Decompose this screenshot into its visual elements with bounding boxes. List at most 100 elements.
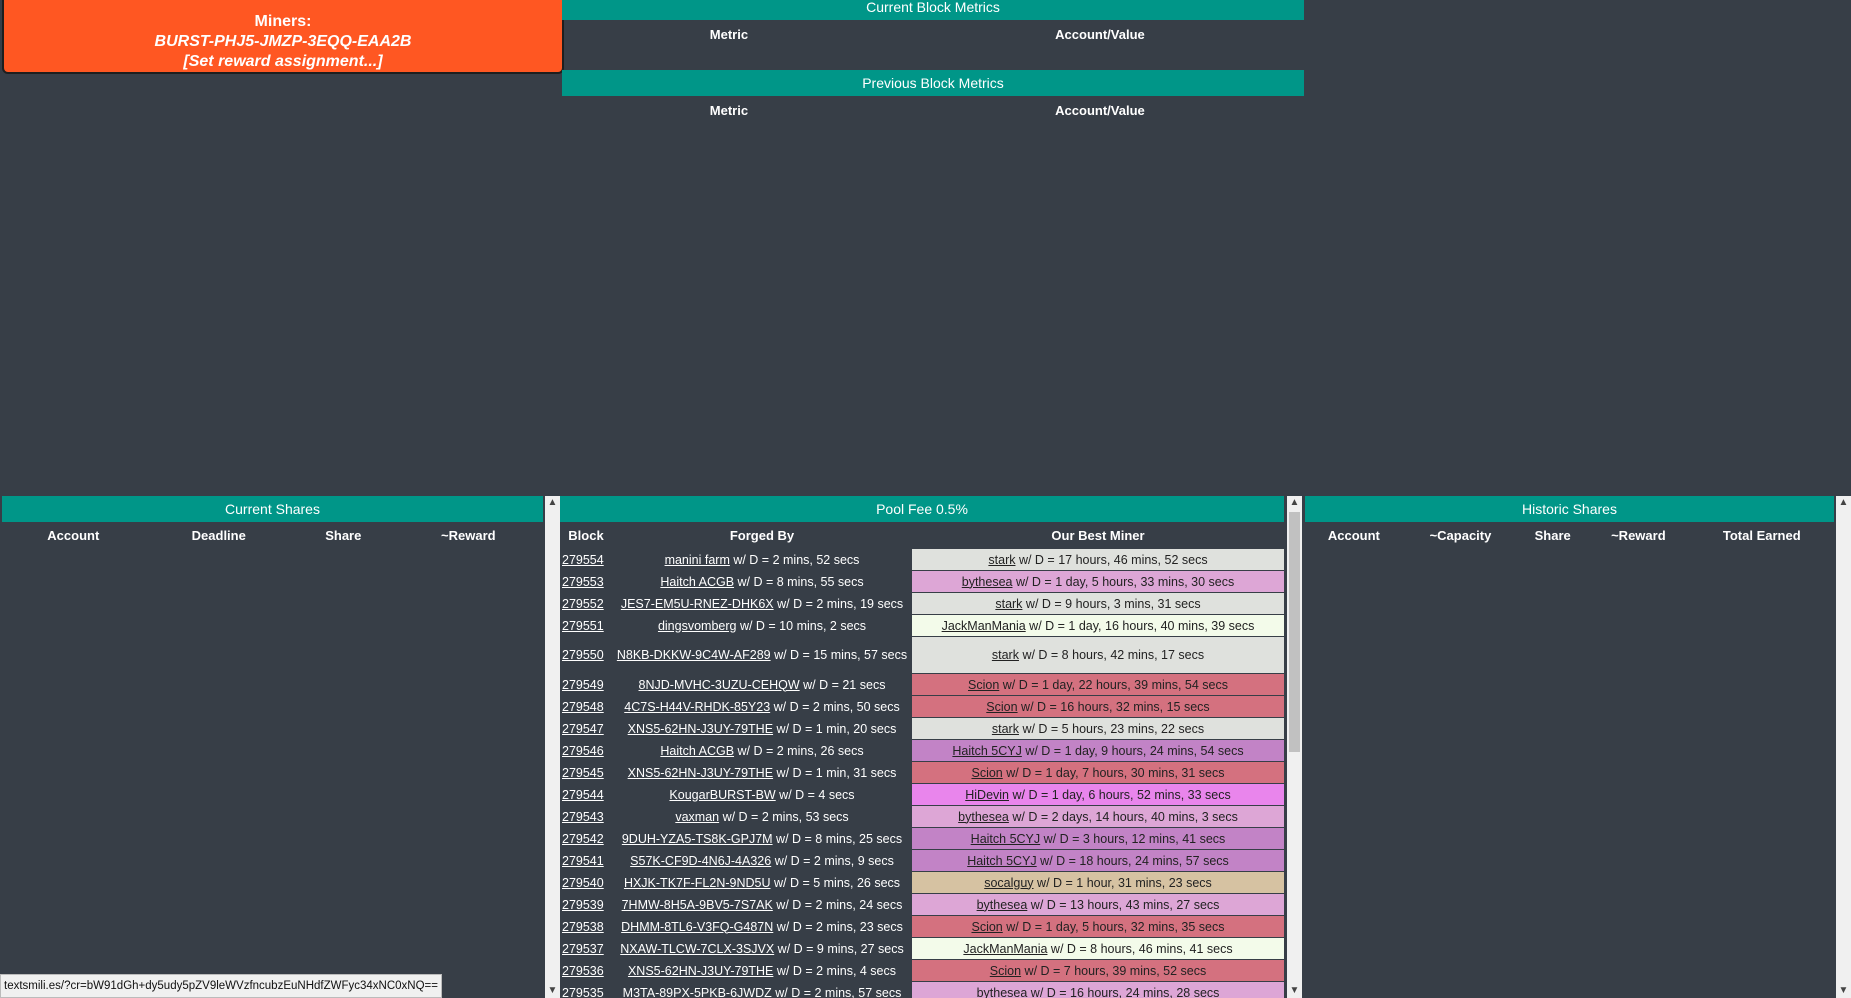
forger-link[interactable]: XNS5-62HN-J3UY-79THE [628,722,773,736]
scroll-up-arrow-icon[interactable]: ▲ [1287,496,1302,510]
best-miner-link[interactable]: bythesea [958,810,1009,824]
best-miner-link[interactable]: stark [992,722,1019,736]
forger-link[interactable]: manini farm [665,553,730,567]
block-number-link[interactable]: 279546 [562,744,604,758]
forger-link[interactable]: DHMM-8TL6-V3FQ-G487N [621,920,773,934]
best-miner-link[interactable]: bythesea [962,575,1013,589]
best-miner-cell: bythesea w/ D = 1 day, 5 hours, 33 mins,… [912,570,1284,593]
forger-link[interactable]: XNS5-62HN-J3UY-79THE [628,766,773,780]
best-miner-deadline: w/ D = 8 hours, 42 mins, 17 secs [1018,648,1205,662]
forger-deadline: w/ D = 15 mins, 57 secs [770,648,908,662]
forger-link[interactable]: 9DUH-YZA5-TS8K-GPJ7M [622,832,773,846]
forger-link[interactable]: S57K-CF9D-4N6J-4A326 [630,854,771,868]
best-miner-link[interactable]: Scion [986,700,1017,714]
block-number-link[interactable]: 279553 [562,575,604,589]
forger-deadline: w/ D = 2 mins, 50 secs [770,699,900,714]
forger-link[interactable]: HXJK-TK7F-FL2N-9ND5U [624,876,771,890]
best-miner-link[interactable]: stark [988,553,1015,567]
scroll-down-arrow-icon[interactable]: ▼ [1836,984,1851,998]
block-number-link[interactable]: 279544 [562,788,604,802]
forger-link[interactable]: JES7-EM5U-RNEZ-DHK6X [621,597,774,611]
forger-link[interactable]: 7HMW-8H5A-9BV5-7S7AK [622,898,773,912]
forged-by-cell: 8NJD-MVHC-3UZU-CEHQW w/ D = 21 secs [612,674,912,696]
forger-link[interactable]: Haitch ACGB [660,575,734,589]
pool-blocks-panel: Pool Fee 0.5% Block Forged By Our Best M… [560,496,1284,998]
block-number-link[interactable]: 279552 [562,597,604,611]
block-number-link[interactable]: 279535 [562,986,604,998]
forger-link[interactable]: NXAW-TLCW-7CLX-3SJVX [620,942,774,956]
scrollbar-thumb[interactable] [1289,512,1300,752]
forger-link[interactable]: 8NJD-MVHC-3UZU-CEHQW [639,678,800,692]
best-miner-deadline: w/ D = 1 day, 22 hours, 39 mins, 54 secs [999,677,1228,692]
scroll-down-arrow-icon[interactable]: ▼ [545,984,560,998]
block-row: 279536 XNS5-62HN-J3UY-79THE w/ D = 2 mins… [560,959,1284,982]
forger-link[interactable]: KougarBURST-BW [669,788,775,802]
scroll-up-arrow-icon[interactable]: ▲ [545,496,560,510]
best-miner-link[interactable]: stark [995,597,1022,611]
best-miner-link[interactable]: stark [992,648,1019,662]
block-cell: 279540 [560,872,612,894]
blocks-scrollbar[interactable]: ▲ ▼ [1287,496,1302,998]
block-number-link[interactable]: 279539 [562,898,604,912]
previous-block-metrics: Previous Block Metrics Metric Account/Va… [562,70,1304,124]
best-miner-link[interactable]: bythesea [977,898,1028,912]
best-miner-deadline: w/ D = 16 hours, 32 mins, 15 secs [1017,699,1210,714]
block-row: 279546 Haitch ACGB w/ D = 2 mins, 26 secs… [560,739,1284,762]
best-miner-link[interactable]: Haitch 5CYJ [967,854,1036,868]
best-miner-cell: HiDevin w/ D = 1 day, 6 hours, 52 mins, … [912,783,1284,806]
block-number-link[interactable]: 279545 [562,766,604,780]
block-number-link[interactable]: 279554 [562,553,604,567]
block-row: 279545 XNS5-62HN-J3UY-79THE w/ D = 1 min,… [560,761,1284,784]
current-shares-scrollbar[interactable]: ▲ ▼ [545,496,560,998]
forged-by-cell: HXJK-TK7F-FL2N-9ND5U w/ D = 5 mins, 26 s… [612,872,912,894]
forger-link[interactable]: vaxman [675,810,719,824]
best-miner-cell: socalguy w/ D = 1 hour, 31 mins, 23 secs [912,871,1284,894]
forger-link[interactable]: XNS5-62HN-J3UY-79THE [628,964,773,978]
forger-link[interactable]: dingsvomberg [658,619,737,633]
block-number-link[interactable]: 279548 [562,700,604,714]
forger-link[interactable]: 4C7S-H44V-RHDK-85Y23 [624,700,770,714]
block-number-link[interactable]: 279551 [562,619,604,633]
block-row: 279550 N8KB-DKKW-9C4W-AF289 w/ D = 15 min… [560,636,1284,674]
best-miner-link[interactable]: HiDevin [965,788,1009,802]
block-number-link[interactable]: 279550 [562,648,604,662]
best-miner-link[interactable]: socalguy [984,876,1033,890]
block-number-link[interactable]: 279536 [562,964,604,978]
forger-link[interactable]: N8KB-DKKW-9C4W-AF289 [617,648,771,662]
best-miner-link[interactable]: Scion [971,766,1002,780]
block-number-link[interactable]: 279543 [562,810,604,824]
scroll-up-arrow-icon[interactable]: ▲ [1836,496,1851,510]
block-cell: 279554 [560,549,612,571]
best-miner-link[interactable]: Haitch 5CYJ [952,744,1021,758]
best-miner-deadline: w/ D = 2 days, 14 hours, 40 mins, 3 secs [1008,809,1238,824]
best-miner-cell: stark w/ D = 8 hours, 42 mins, 17 secs [912,636,1284,674]
scroll-down-arrow-icon[interactable]: ▼ [1287,984,1302,998]
historic-shares-scrollbar[interactable]: ▲ ▼ [1836,496,1851,998]
forger-link[interactable]: Haitch ACGB [660,744,734,758]
best-miner-link[interactable]: Scion [990,964,1021,978]
forger-link[interactable]: M3TA-89PX-5PKB-6JWDZ [623,986,772,998]
forged-by-cell: DHMM-8TL6-V3FQ-G487N w/ D = 2 mins, 23 s… [612,916,912,938]
block-number-link[interactable]: 279537 [562,942,604,956]
block-row: 279554 manini farm w/ D = 2 mins, 52 secs… [560,548,1284,571]
block-number-link[interactable]: 279540 [562,876,604,890]
best-miner-link[interactable]: Scion [968,678,999,692]
best-miner-link[interactable]: Haitch 5CYJ [971,832,1040,846]
best-miner-link[interactable]: JackManMania [963,942,1047,956]
best-miner-link[interactable]: Scion [971,920,1002,934]
best-miner-link[interactable]: JackManMania [942,619,1026,633]
block-cell: 279542 [560,828,612,850]
forger-deadline: w/ D = 2 mins, 57 secs [771,985,902,998]
block-number-link[interactable]: 279547 [562,722,604,736]
best-miner-cell: stark w/ D = 5 hours, 23 mins, 22 secs [912,717,1284,740]
set-reward-assignment-link[interactable]: [Set reward assignment...] [4,52,562,72]
best-miner-link[interactable]: bythesea [977,986,1028,998]
block-number-link[interactable]: 279542 [562,832,604,846]
column-header-account: Account [47,527,100,543]
block-number-link[interactable]: 279538 [562,920,604,934]
block-number-link[interactable]: 279549 [562,678,604,692]
forged-by-cell: 4C7S-H44V-RHDK-85Y23 w/ D = 2 mins, 50 s… [612,696,912,718]
block-cell: 279536 [560,960,612,982]
block-row: 279542 9DUH-YZA5-TS8K-GPJ7M w/ D = 8 mins… [560,827,1284,850]
block-number-link[interactable]: 279541 [562,854,604,868]
